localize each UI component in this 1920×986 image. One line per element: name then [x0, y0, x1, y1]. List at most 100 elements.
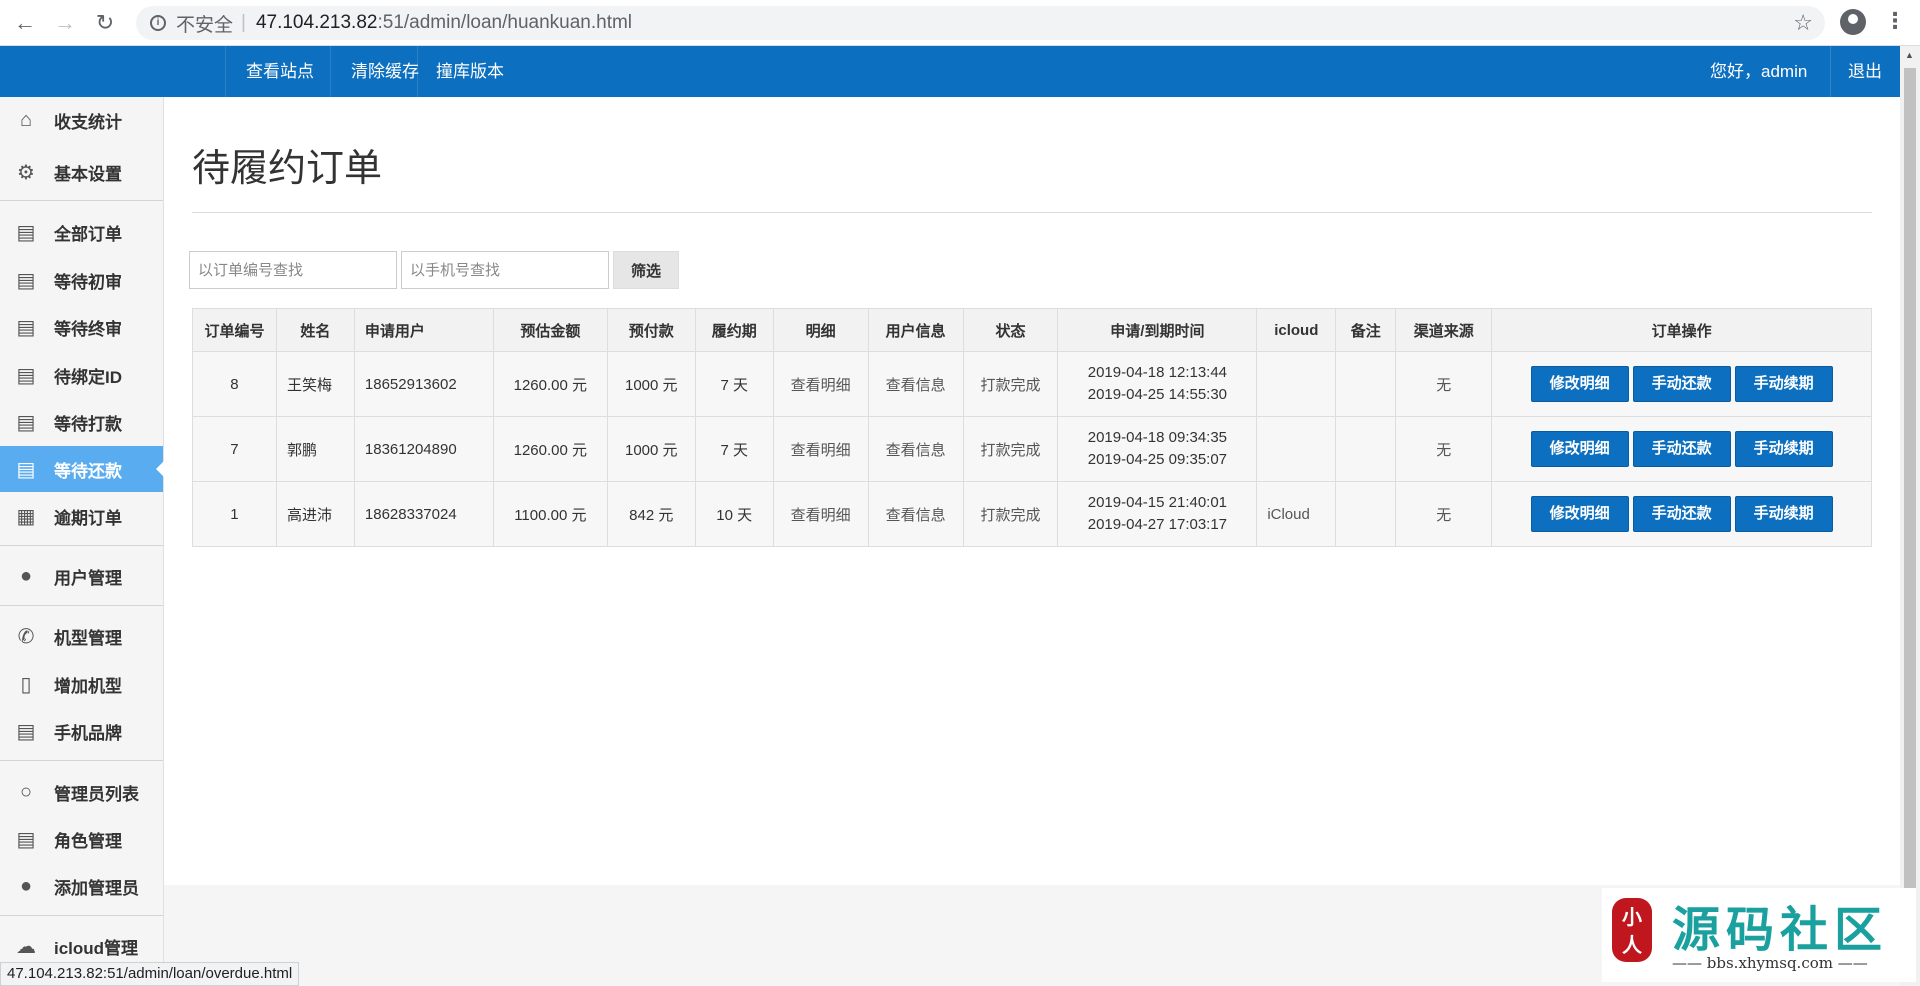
view-info-link[interactable]: 查看信息: [867, 416, 964, 482]
main-content: 待履约订单 筛选 订单编号 姓名 申请用户 预估金额 预付款 履约期 明细 用户…: [164, 97, 1900, 885]
view-info-link[interactable]: 查看信息: [867, 481, 964, 547]
watermark-seal-icon: 小 人: [1612, 898, 1652, 962]
cell-note: [1335, 481, 1397, 547]
sidebar-item-admin-list[interactable]: ○ 管理员列表: [0, 769, 163, 815]
nav-view-site[interactable]: 查看站点: [225, 46, 334, 97]
cell-order-id: 8: [192, 351, 277, 417]
table-header-row: 订单编号 姓名 申请用户 预估金额 预付款 履约期 明细 用户信息 状态 申请/…: [192, 308, 1872, 352]
info-icon[interactable]: i: [150, 15, 166, 31]
view-detail-link[interactable]: 查看明细: [772, 351, 869, 417]
cell-status: 打款完成: [962, 481, 1059, 547]
sidebar-item-user-management[interactable]: ● 用户管理: [0, 553, 163, 599]
nav-crash-version[interactable]: 撞库版本: [417, 46, 524, 97]
sidebar-item-final-review[interactable]: ▤ 等待终审: [0, 304, 163, 350]
sidebar-item-pending-bind-id[interactable]: ▤ 待绑定ID: [0, 352, 163, 398]
sidebar-item-all-orders[interactable]: ▤ 全部订单: [0, 209, 163, 255]
orders-table: 订单编号 姓名 申请用户 预估金额 预付款 履约期 明细 用户信息 状态 申请/…: [192, 308, 1872, 547]
book-icon: ▤: [16, 221, 36, 244]
logout-link[interactable]: 退出: [1830, 46, 1882, 97]
sidebar-item-label: 等待初审: [54, 272, 122, 292]
due-time: 2019-04-25 14:55:30: [1087, 386, 1228, 403]
forward-arrow-icon[interactable]: →: [50, 8, 80, 38]
sidebar-item-phone-brands[interactable]: ▤ 手机品牌: [0, 708, 163, 754]
sidebar-item-first-review[interactable]: ▤ 等待初审: [0, 257, 163, 303]
cell-note: [1335, 416, 1397, 482]
cell-amount: 1260.00 元: [492, 416, 608, 482]
scroll-up-icon[interactable]: ▲: [1905, 50, 1914, 60]
phone-icon: ✆: [17, 625, 35, 648]
cell-channel: 无: [1395, 481, 1493, 547]
sidebar-item-add-admin[interactable]: ● 添加管理员: [0, 863, 163, 909]
sidebar-item-pending-repayment[interactable]: ▤ 等待还款: [0, 446, 164, 492]
book-icon: ▤: [16, 458, 36, 481]
col-header-period: 履约期: [694, 308, 774, 352]
col-header-note: 备注: [1335, 308, 1397, 352]
sidebar-item-label: 待绑定ID: [54, 367, 122, 387]
view-detail-link[interactable]: 查看明细: [772, 416, 869, 482]
col-header-detail: 明细: [772, 308, 869, 352]
sidebar-item-label: 手机品牌: [54, 723, 122, 743]
sidebar-divider: [0, 760, 163, 761]
manual-repay-button[interactable]: 手动还款: [1632, 431, 1731, 467]
sidebar-item-label: 全部订单: [54, 224, 122, 244]
page-title: 待履约订单: [192, 148, 383, 190]
back-arrow-icon[interactable]: ←: [10, 8, 40, 38]
edit-detail-button[interactable]: 修改明细: [1530, 431, 1629, 467]
book-icon: ▤: [16, 720, 36, 743]
scrollbar-thumb[interactable]: [1904, 68, 1916, 898]
cell-order-id: 7: [192, 416, 277, 482]
cloud-icon: ☁: [16, 935, 36, 958]
watermark-site: —— bbs.xhymsq.com ——: [1672, 954, 1868, 972]
cell-icloud: iCloud: [1256, 481, 1337, 547]
manual-renew-button[interactable]: 手动续期: [1734, 366, 1833, 402]
sidebar-item-basic-settings[interactable]: ⚙ 基本设置: [0, 149, 163, 195]
browser-toolbar: ← → ↻ i 不安全 | 47.104.213.82:51/admin/loa…: [0, 0, 1920, 46]
cell-status: 打款完成: [962, 351, 1059, 417]
sidebar-item-add-model[interactable]: ▯ 增加机型: [0, 661, 163, 707]
cell-name: 高进沛: [275, 481, 355, 547]
user-icon: ●: [19, 564, 33, 587]
svg-text:小: 小: [1622, 905, 1642, 929]
sidebar-item-label: 等待还款: [54, 461, 122, 481]
bookmark-star-icon[interactable]: ☆: [1793, 10, 1813, 36]
order-number-search-input[interactable]: [189, 251, 397, 289]
sidebar-item-overdue-orders[interactable]: ▦ 逾期订单: [0, 493, 163, 539]
sidebar-item-model-management[interactable]: ✆ 机型管理: [0, 613, 163, 659]
account-icon[interactable]: [1840, 9, 1866, 35]
manual-renew-button[interactable]: 手动续期: [1734, 496, 1833, 532]
cell-amount: 1100.00 元: [492, 481, 608, 547]
sidebar-item-income-stats[interactable]: ⌂ 收支统计: [0, 97, 163, 143]
book-icon: ▤: [16, 411, 36, 434]
sidebar-item-label: 用户管理: [54, 568, 122, 588]
user-outline-icon: ○: [19, 780, 33, 803]
col-header-applicant: 申请用户: [353, 308, 494, 352]
filter-button[interactable]: 筛选: [613, 251, 679, 289]
table-row: 8 王笑梅 18652913602 1260.00 元 1000 元 7 天 查…: [192, 351, 1872, 417]
col-header-prepay: 预付款: [606, 308, 696, 352]
view-detail-link[interactable]: 查看明细: [772, 481, 869, 547]
col-header-actions: 订单操作: [1491, 308, 1872, 352]
manual-repay-button[interactable]: 手动还款: [1632, 496, 1731, 532]
edit-detail-button[interactable]: 修改明细: [1530, 366, 1629, 402]
col-header-user-info: 用户信息: [867, 308, 964, 352]
status-url-bar: 47.104.213.82:51/admin/loan/overdue.html: [0, 962, 300, 986]
manual-renew-button[interactable]: 手动续期: [1734, 431, 1833, 467]
watermark-title: 源码社区: [1672, 902, 1889, 958]
url-separator: |: [241, 12, 246, 33]
sidebar-item-label: icloud管理: [54, 938, 139, 958]
sidebar-item-role-management[interactable]: ▤ 角色管理: [0, 816, 163, 862]
phone-search-input[interactable]: [401, 251, 609, 289]
sidebar-item-pending-payout[interactable]: ▤ 等待打款: [0, 399, 163, 445]
apply-time: 2019-04-15 21:40:01: [1087, 494, 1228, 511]
manual-repay-button[interactable]: 手动还款: [1632, 366, 1731, 402]
due-time: 2019-04-27 17:03:17: [1087, 516, 1228, 533]
edit-detail-button[interactable]: 修改明细: [1530, 496, 1629, 532]
sidebar-item-label: 管理员列表: [54, 784, 139, 804]
reload-icon[interactable]: ↻: [90, 8, 120, 38]
sidebar-item-label: 基本设置: [54, 164, 122, 184]
page-scrollbar[interactable]: ▲: [1900, 46, 1920, 986]
view-info-link[interactable]: 查看信息: [867, 351, 964, 417]
browser-menu-icon[interactable]: ⋮: [1884, 8, 1906, 34]
col-header-time: 申请/到期时间: [1057, 308, 1258, 352]
address-bar[interactable]: i 不安全 | 47.104.213.82:51/admin/loan/huan…: [136, 6, 1825, 40]
